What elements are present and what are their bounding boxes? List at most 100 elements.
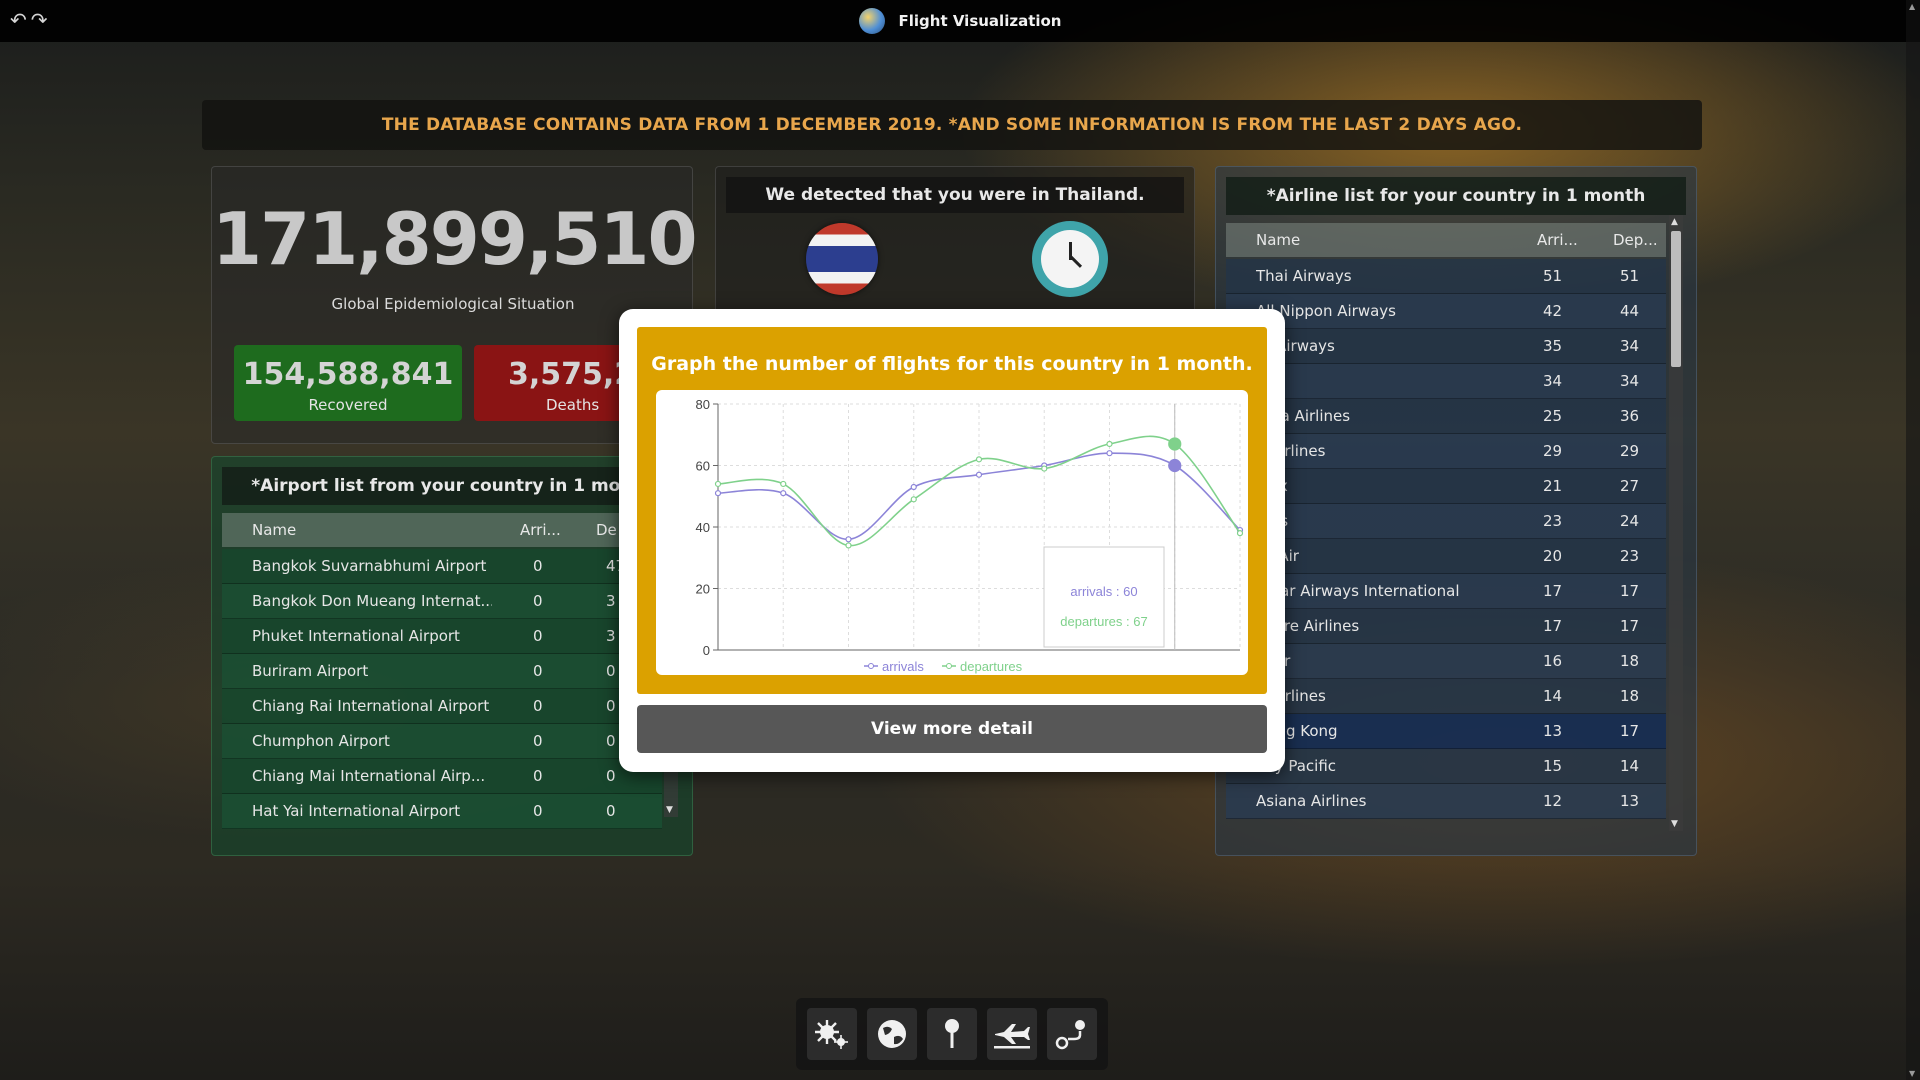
airport-list-title-text: *Airport list from your country in 1 mon… [251,476,653,496]
data-point-departures [975,456,983,463]
legend-marker-arrivals [868,663,874,669]
row-arrivals: 13 [1543,722,1563,740]
flights-line-chart[interactable]: 0 20 40 60 80 arrivals : 60 departures : 67 arr… [656,390,1248,675]
table-row[interactable]: Asiana Airlines 12 13 [1226,784,1666,819]
table-row[interactable]: nmar Airways International 17 17 [1226,574,1666,609]
table-row[interactable]: Chiang Rai International Airport 0 0 [222,689,662,724]
location-button[interactable] [927,1008,977,1060]
route-button[interactable] [1047,1008,1097,1060]
col-name[interactable]: Name [252,513,296,547]
table-row[interactable]: Bangkok Don Mueang Internat... 0 3 [222,584,662,619]
scroll-down-icon[interactable]: ▼ [1909,1069,1915,1078]
table-row[interactable]: Chumphon Airport 0 0 [222,724,662,759]
row-arrivals: 0 [533,697,543,715]
table-row[interactable]: Phuket International Airport 0 3 [222,619,662,654]
app-title-group: Flight Visualization [858,8,1062,34]
y-tick-label: 80 [696,397,710,412]
row-arrivals: 0 [533,557,543,575]
data-point-departures [1041,465,1048,472]
chart-container: 0 20 40 60 80 arrivals : 60 departures : 67 arr… [656,390,1248,675]
airport-table-header: Name Arri... De [222,513,662,547]
table-row[interactable]: Bangkok Suvarnabhumi Airport 0 47 [222,549,662,584]
row-name: ile Air [1256,547,1299,565]
row-name: Bangkok Don Mueang Internat... [252,592,492,610]
scroll-down-icon[interactable]: ▼ [666,805,673,815]
map-pin-icon [945,1019,959,1048]
table-row[interactable]: hay Pacific 15 14 [1226,749,1666,784]
app-title: Flight Visualization [898,12,1062,30]
chart-title: Graph the number of flights for this cou… [651,353,1253,375]
table-row[interactable]: 34 34 [1226,364,1666,399]
y-tick-label: 40 [696,520,710,535]
airplane-icon [994,1024,1030,1049]
col-name[interactable]: Name [1256,223,1300,257]
globe-icon [878,1020,906,1048]
redo-arrow-icon[interactable]: ↷ [31,8,48,32]
row-departures: 36 [1620,407,1640,425]
row-departures: 17 [1620,582,1640,600]
chart-card: Graph the number of flights for this cou… [637,327,1267,694]
legend-marker-departures [946,663,952,669]
table-row[interactable]: Chiang Mai International Airp... 0 0 [222,759,662,794]
legend-label-departures: departures [960,659,1023,674]
table-row[interactable]: Buriram Airport 0 0 [222,654,662,689]
row-departures: 3 [606,592,616,610]
airline-list-panel: *Airline list for your country in 1 mont… [1215,166,1697,856]
undo-arrow-icon[interactable]: ↶ [10,8,27,32]
airline-list-title: *Airline list for your country in 1 mont… [1226,177,1686,215]
data-point-departures [714,480,722,488]
page-scrollbar[interactable]: ▲ ▼ [1906,0,1920,1080]
row-departures: 24 [1620,512,1640,530]
col-arrivals[interactable]: Arri... [1537,223,1578,257]
row-arrivals: 17 [1543,617,1563,635]
scroll-up-icon[interactable]: ▲ [1671,217,1678,227]
scroll-down-icon[interactable]: ▼ [1671,819,1678,829]
row-departures: 0 [606,767,616,785]
row-departures: 17 [1620,722,1640,740]
table-row[interactable]: ates 23 24 [1226,504,1666,539]
col-arrivals[interactable]: Arri... [520,513,561,547]
table-row[interactable]: y Air 16 18 [1226,644,1666,679]
col-departures[interactable]: Dep... [1613,223,1658,257]
col-departures[interactable]: De [596,513,617,547]
table-row[interactable]: All Nippon Airways 42 44 [1226,294,1666,329]
virus-stats-button[interactable] [807,1008,857,1060]
scrollbar-thumb[interactable] [1671,231,1681,367]
table-row[interactable]: Thai Airways 51 51 [1226,259,1666,294]
table-row[interactable]: ar Airways 35 34 [1226,329,1666,364]
table-row[interactable]: Hat Yai International Airport 0 0 [222,794,662,829]
table-row[interactable]: olux 21 27 [1226,469,1666,504]
data-point-departures [780,480,787,488]
table-row[interactable]: apore Airlines 17 17 [1226,609,1666,644]
row-name: Chiang Rai International Airport [252,697,490,715]
table-row[interactable]: ile Air 20 23 [1226,539,1666,574]
flight-button[interactable] [987,1008,1037,1060]
row-arrivals: 12 [1543,792,1563,810]
table-row[interactable]: a Airlines 29 29 [1226,434,1666,469]
clock-face [1041,230,1099,288]
data-point-arrivals [1168,458,1182,473]
database-info-banner: THE DATABASE CONTAINS DATA FROM 1 DECEMB… [202,100,1702,150]
data-point-departures [1106,440,1113,448]
global-total-cases: 171,899,510 [212,197,698,281]
clock-icon [1032,221,1108,297]
table-row[interactable]: Hong Kong 13 17 [1226,714,1666,749]
view-more-detail-button[interactable]: View more detail [637,705,1267,753]
app-logo-globe-icon [858,8,885,34]
global-total-label: Global Epidemiological Situation [331,295,575,313]
row-departures: 23 [1620,547,1640,565]
recovered-label: Recovered [308,396,388,414]
globe-button[interactable] [867,1008,917,1060]
table-row[interactable]: n Airlines 14 18 [1226,679,1666,714]
row-departures: 13 [1620,792,1640,810]
scroll-up-icon[interactable]: ▲ [1909,2,1915,11]
row-name: apore Airlines [1256,617,1360,635]
airline-table-scrollbar[interactable]: ▲ ▼ [1669,215,1683,831]
route-icon [1055,1020,1085,1050]
row-arrivals: 34 [1543,372,1563,390]
table-row[interactable]: arna Airlines 25 36 [1226,399,1666,434]
location-panel: We detected that you were in Thailand. [715,166,1195,316]
tooltip-arrivals: arrivals : 60 [1070,584,1137,599]
row-name: y Air [1256,644,1526,678]
row-name: Hong Kong [1256,722,1338,740]
